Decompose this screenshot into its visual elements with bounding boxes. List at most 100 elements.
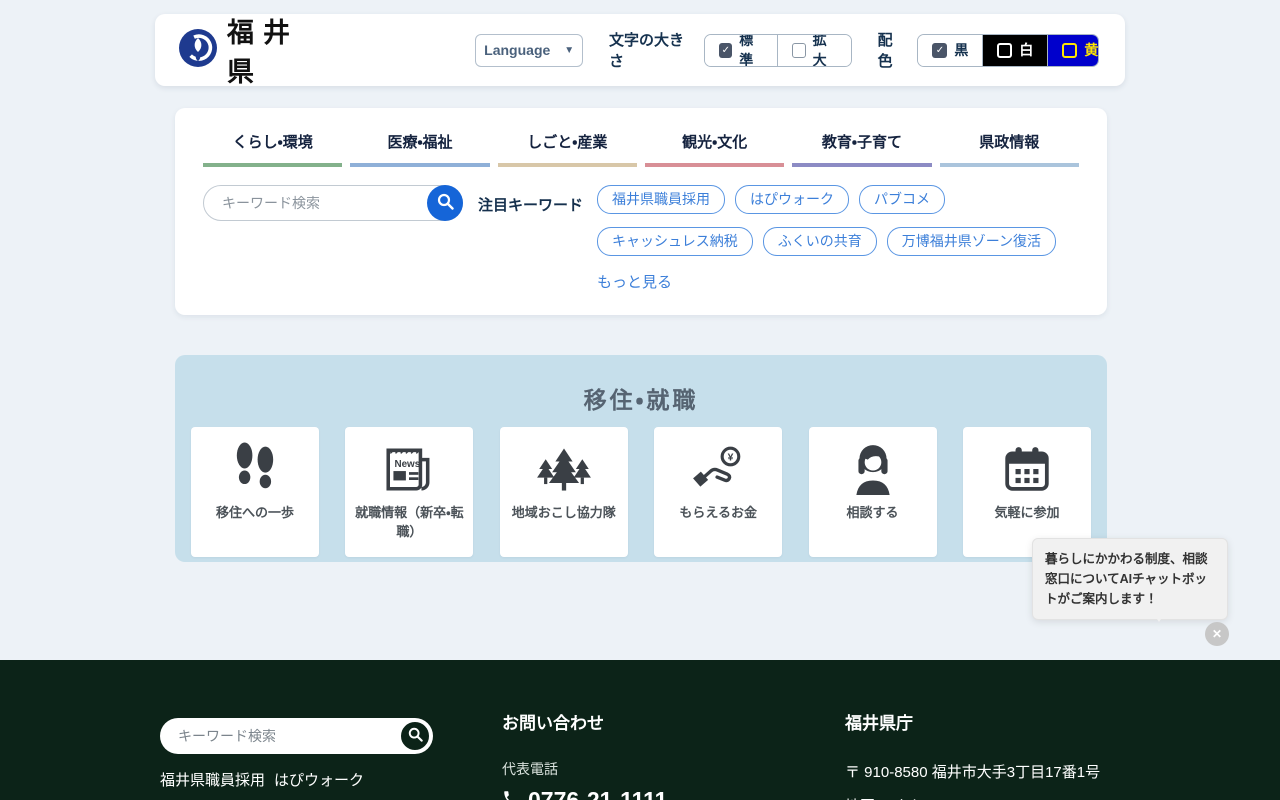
person-icon bbox=[850, 440, 896, 498]
footer-phone-row: 0776-21-1111 bbox=[502, 787, 667, 800]
tab-kurashi-kankyo[interactable]: くらし・環境 bbox=[203, 122, 342, 167]
tab-label: 県政情報 bbox=[979, 134, 1039, 151]
category-nav: くらし・環境 医療・福祉 しごと・産業 観光・文化 教育・子育て 県政情報 bbox=[203, 122, 1079, 167]
footer-phone-label: 代表電話 bbox=[502, 759, 667, 779]
search-icon bbox=[408, 727, 423, 745]
footer-search-input[interactable] bbox=[160, 718, 433, 754]
card-regional-revitalization-corps[interactable]: 地域おこし協力隊 bbox=[500, 427, 628, 557]
font-size-option-label: 拡大 bbox=[813, 34, 837, 67]
checkbox-unchecked-icon: ✓ bbox=[997, 43, 1012, 58]
site-header: 福井県 Language ▼ 文字の大きさ ✓ 標準 ✓ 拡大 配色 ✓ 黒 ✓… bbox=[155, 14, 1125, 86]
card-consult[interactable]: 相談する bbox=[809, 427, 937, 557]
footer-contact-column: お問い合わせ 代表電話 0776-21-1111 bbox=[502, 709, 667, 800]
migration-employment-panel: 移住・就職 移住への一歩 News bbox=[175, 355, 1107, 562]
tab-label: 観光・文化 bbox=[682, 134, 747, 151]
tab-kyoiku-kosodate[interactable]: 教育・子育て bbox=[792, 122, 931, 167]
keyword-tags: 福井県職員採用 はぴウォーク パブコメ キャッシュレス納税 ふくいの共育 万博福… bbox=[597, 185, 1099, 256]
font-size-label: 文字の大きさ bbox=[609, 29, 692, 71]
checkbox-checked-icon: ✓ bbox=[719, 43, 732, 58]
keyword-tag[interactable]: キャッシュレス納税 bbox=[597, 227, 753, 256]
search-input[interactable] bbox=[203, 185, 463, 221]
search-icon bbox=[437, 193, 454, 213]
card-job-information[interactable]: News 就職情報（新卒・転職） bbox=[345, 427, 473, 557]
tab-shigoto-sangyo[interactable]: しごと・産業 bbox=[498, 122, 637, 167]
featured-keywords: 注目キーワード 福井県職員採用 はぴウォーク パブコメ キャッシュレス納税 ふく… bbox=[478, 185, 1099, 292]
svg-text:News: News bbox=[395, 459, 421, 470]
tab-label: しごと・産業 bbox=[527, 134, 607, 151]
card-label: 地域おこし協力隊 bbox=[503, 504, 625, 523]
trees-icon bbox=[536, 440, 592, 498]
keyword-tag[interactable]: パブコメ bbox=[859, 185, 945, 214]
color-scheme-option-label: 黄 bbox=[1084, 40, 1098, 60]
card-label: 就職情報（新卒・転職） bbox=[345, 504, 473, 542]
feature-cards: 移住への一歩 News 就職情報（新卒・転職） bbox=[191, 427, 1091, 557]
footprints-icon bbox=[232, 440, 278, 498]
card-label: 気軽に参加 bbox=[985, 504, 1068, 523]
card-label: 移住への一歩 bbox=[207, 504, 303, 523]
card-money-you-can-receive[interactable]: ¥ もらえるお金 bbox=[654, 427, 782, 557]
site-footer: 福井県職員採用はぴウォーク パブコメキャッシュレス納税 お問い合わせ 代表電話 … bbox=[0, 660, 1280, 800]
footer-phone-number[interactable]: 0776-21-1111 bbox=[528, 787, 667, 800]
site-title: 福井県 bbox=[227, 11, 323, 89]
language-dropdown[interactable]: Language ▼ bbox=[475, 34, 583, 67]
keyword-tag[interactable]: ふくいの共育 bbox=[763, 227, 877, 256]
tab-iryo-fukushi[interactable]: 医療・福祉 bbox=[350, 122, 489, 167]
color-scheme-option-black[interactable]: ✓ 黒 bbox=[918, 35, 982, 66]
featured-keywords-label: 注目キーワード bbox=[478, 194, 583, 292]
newspaper-icon: News bbox=[382, 440, 436, 498]
keyword-tag-area: 福井県職員採用 はぴウォーク パブコメ キャッシュレス納税 ふくいの共育 万博福… bbox=[597, 185, 1099, 292]
footer-search-box bbox=[160, 718, 433, 754]
card-first-step-to-migration[interactable]: 移住への一歩 bbox=[191, 427, 319, 557]
hand-coin-icon: ¥ bbox=[691, 440, 745, 498]
chatbot-close-button[interactable]: ✕ bbox=[1205, 622, 1229, 646]
tab-kensei-joho[interactable]: 県政情報 bbox=[940, 122, 1079, 167]
chatbot-tooltip-text: 暮らしにかかわる制度、相談窓口についてAIチャットボットがご案内します！ bbox=[1045, 552, 1208, 606]
phone-icon bbox=[502, 789, 520, 800]
language-dropdown-label: Language bbox=[484, 42, 550, 58]
more-keywords-link[interactable]: もっと見る bbox=[597, 271, 672, 292]
footer-search-column: 福井県職員採用はぴウォーク パブコメキャッシュレス納税 bbox=[160, 718, 433, 800]
footer-link-recruitment[interactable]: 福井県職員採用 bbox=[160, 772, 265, 789]
color-scheme-option-label: 白 bbox=[1019, 40, 1033, 60]
font-size-option-large[interactable]: ✓ 拡大 bbox=[777, 35, 850, 66]
tab-label: 教育・子育て bbox=[822, 134, 902, 151]
checkbox-unchecked-icon: ✓ bbox=[792, 43, 805, 58]
calendar-icon bbox=[1003, 440, 1051, 498]
tab-label: くらし・環境 bbox=[233, 134, 313, 151]
footer-office-heading: 福井県庁 bbox=[845, 709, 1100, 734]
close-icon: ✕ bbox=[1212, 627, 1222, 641]
color-scheme-option-yellow[interactable]: ✓ 黄 bbox=[1047, 35, 1099, 66]
font-size-option-label: 標準 bbox=[739, 34, 763, 67]
footer-keyword-links: 福井県職員採用はぴウォーク パブコメキャッシュレス納税 bbox=[160, 766, 433, 800]
card-label: もらえるお金 bbox=[670, 504, 766, 523]
keyword-tag[interactable]: はぴウォーク bbox=[735, 185, 849, 214]
nav-search-panel: くらし・環境 医療・福祉 しごと・産業 観光・文化 教育・子育て 県政情報 bbox=[175, 108, 1107, 315]
search-row: 注目キーワード 福井県職員採用 はぴウォーク パブコメ キャッシュレス納税 ふく… bbox=[203, 185, 1079, 292]
font-size-option-standard[interactable]: ✓ 標準 bbox=[705, 35, 777, 66]
keyword-tag[interactable]: 福井県職員採用 bbox=[597, 185, 725, 214]
color-scheme-toggle-group: ✓ 黒 ✓ 白 ✓ 黄 bbox=[917, 34, 1099, 67]
search-button[interactable] bbox=[427, 185, 463, 221]
site-logo[interactable]: 福井県 bbox=[179, 11, 323, 89]
checkbox-checked-icon: ✓ bbox=[932, 43, 947, 58]
section-title: 移住・就職 bbox=[191, 381, 1091, 415]
footer-map-access-link[interactable]: 地図・アクセス bbox=[845, 795, 939, 800]
fukui-emblem-icon bbox=[179, 29, 217, 72]
color-scheme-option-white[interactable]: ✓ 白 bbox=[982, 35, 1047, 66]
search-box bbox=[203, 185, 463, 221]
color-scheme-option-label: 黒 bbox=[954, 40, 968, 60]
chatbot-tooltip: 暮らしにかかわる制度、相談窓口についてAIチャットボットがご案内します！ bbox=[1032, 538, 1228, 620]
keyword-tag[interactable]: 万博福井県ゾーン復活 bbox=[887, 227, 1056, 256]
card-label: 相談する bbox=[838, 504, 908, 523]
chevron-down-icon: ▼ bbox=[564, 45, 574, 56]
footer-contact-heading: お問い合わせ bbox=[502, 709, 667, 734]
tab-kanko-bunka[interactable]: 観光・文化 bbox=[645, 122, 784, 167]
footer-office-column: 福井県庁 〒 910-8580 福井市大手3丁目17番1号 地図・アクセス bbox=[845, 709, 1100, 800]
tab-label: 医療・福祉 bbox=[387, 134, 452, 151]
footer-search-button[interactable] bbox=[399, 720, 431, 752]
checkbox-unchecked-icon: ✓ bbox=[1062, 43, 1077, 58]
footer-office-address: 〒 910-8580 福井市大手3丁目17番1号 bbox=[845, 761, 1100, 782]
footer-link-hapiwalk[interactable]: はぴウォーク bbox=[274, 772, 364, 789]
color-scheme-label: 配色 bbox=[878, 29, 906, 71]
svg-text:¥: ¥ bbox=[728, 453, 734, 464]
